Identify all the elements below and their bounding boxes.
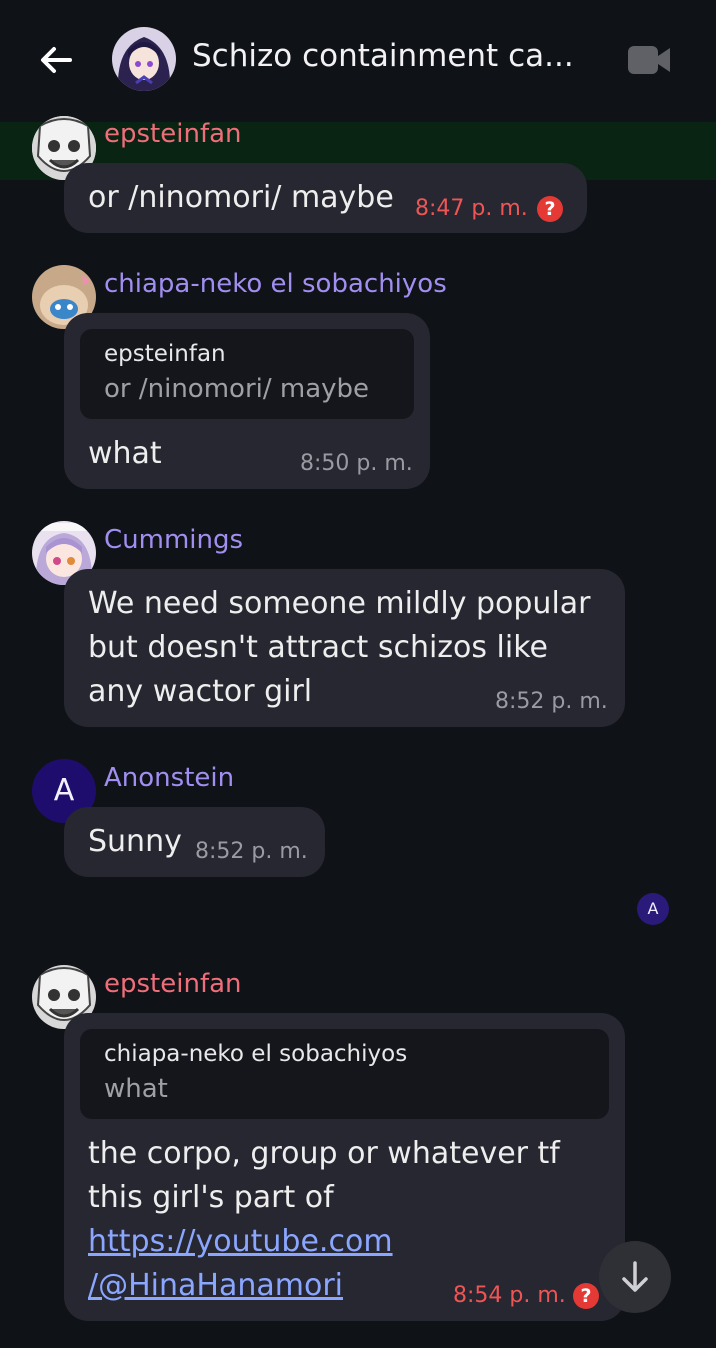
arrow-left-icon[interactable] (34, 38, 78, 82)
youtube-link[interactable]: /@HinaHanamori (88, 1264, 343, 1308)
message-text-line: We need someone mildly popular (88, 586, 591, 621)
error-icon[interactable]: ? (537, 196, 563, 222)
youtube-link[interactable]: https://youtube.com (88, 1220, 393, 1264)
message-text-line: the corpo, group or whatever tf (88, 1136, 560, 1171)
author-name[interactable]: Anonstein (104, 763, 234, 793)
message-text: what (88, 436, 162, 471)
message-time: 8:54 p. m. (453, 1283, 566, 1308)
chat-title[interactable]: Schizo containment ca... (192, 38, 574, 74)
message-time: 8:47 p. m. (415, 196, 528, 221)
message-text-line: any wactor girl (88, 674, 313, 709)
reply-author: chiapa-neko el sobachiyos (104, 1041, 408, 1067)
reply-text: what (104, 1074, 168, 1104)
author-name[interactable]: chiapa-neko el sobachiyos (104, 269, 447, 299)
message-text-line: this girl's part of (88, 1180, 334, 1215)
message-time: 8:52 p. m. (195, 839, 308, 864)
message-time: 8:50 p. m. (300, 451, 413, 476)
message-text-line: but doesn't attract schizos like (88, 630, 548, 665)
read-receipt-avatar[interactable]: A (637, 893, 669, 925)
scroll-to-bottom-button[interactable] (599, 1241, 671, 1313)
message-text: Sunny (88, 824, 182, 859)
group-avatar[interactable] (112, 27, 176, 91)
author-name[interactable]: epsteinfan (104, 119, 242, 149)
reply-text: or /ninomori/ maybe (104, 374, 370, 404)
chat-header: Schizo containment ca... (0, 0, 716, 122)
error-icon[interactable]: ? (573, 1283, 599, 1309)
message-text: or /ninomori/ maybe (88, 180, 394, 215)
message-time: 8:52 p. m. (495, 689, 608, 714)
video-camera-icon[interactable] (626, 42, 672, 78)
reply-author: epsteinfan (104, 341, 226, 367)
author-name[interactable]: Cummings (104, 525, 243, 555)
arrow-down-icon (622, 1261, 648, 1292)
author-name[interactable]: epsteinfan (104, 969, 242, 999)
